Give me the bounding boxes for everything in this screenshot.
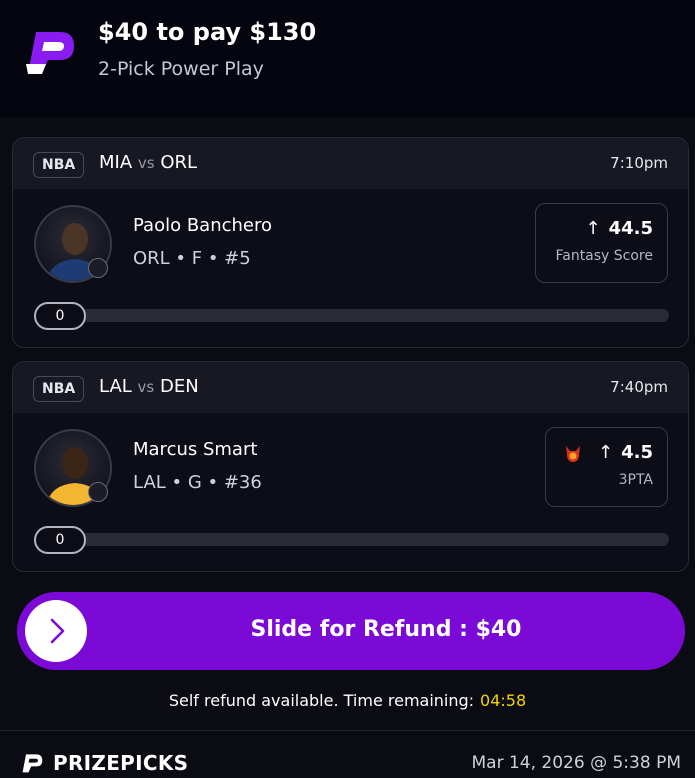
clock-icon bbox=[88, 482, 108, 502]
prizepicks-logo-icon bbox=[22, 754, 43, 773]
player-meta: ORL • F • #5 bbox=[133, 248, 251, 269]
stat-type: Fantasy Score bbox=[555, 248, 653, 264]
arrow-up-icon: ↑ bbox=[598, 442, 614, 463]
game-header: NBA MIA vs ORL 7:10pm bbox=[13, 138, 688, 189]
entry-title: $40 to pay $130 bbox=[98, 18, 317, 46]
team-away: MIA bbox=[99, 152, 133, 173]
progress-track bbox=[73, 309, 669, 322]
footer-brand: PRIZEPICKS bbox=[53, 751, 189, 775]
player-name: Marcus Smart bbox=[133, 439, 258, 460]
matchup: MIA vs ORL bbox=[99, 152, 197, 173]
line-value: 4.5 bbox=[621, 442, 653, 463]
projection-box: ↑ 4.5 3PTA bbox=[545, 427, 668, 507]
progress-track bbox=[73, 533, 669, 546]
team-home: DEN bbox=[159, 376, 199, 397]
slide-refund-label: Slide for Refund : $40 bbox=[250, 617, 522, 642]
league-badge: NBA bbox=[33, 376, 85, 402]
refund-note-text: Self refund available. Time remaining: bbox=[168, 691, 475, 710]
vs-label: vs bbox=[137, 154, 155, 172]
game-time: 7:10pm bbox=[610, 154, 668, 172]
slide-handle[interactable] bbox=[25, 600, 87, 662]
game-time: 7:40pm bbox=[610, 378, 668, 396]
arrow-up-icon: ↑ bbox=[585, 218, 601, 239]
team-away: LAL bbox=[99, 376, 132, 397]
demon-icon bbox=[566, 446, 580, 462]
entry-subtitle: 2-Pick Power Play bbox=[98, 58, 264, 80]
player-name: Paolo Banchero bbox=[133, 215, 273, 236]
pick-card[interactable]: NBA LAL vs DEN 7:40pm Marcus Smart LAL •… bbox=[12, 361, 689, 572]
matchup: LAL vs DEN bbox=[99, 376, 199, 397]
entry-header: $40 to pay $130 2-Pick Power Play bbox=[0, 0, 695, 117]
pick-card[interactable]: NBA MIA vs ORL 7:10pm Paolo Banchero ORL… bbox=[12, 137, 689, 348]
footer: PRIZEPICKS Mar 14, 2026 @ 5:38 PM bbox=[0, 730, 695, 778]
refund-note: Self refund available. Time remaining: 04… bbox=[0, 691, 695, 710]
team-home: ORL bbox=[160, 152, 198, 173]
chevron-right-icon bbox=[50, 618, 65, 644]
vs-label: vs bbox=[137, 378, 155, 396]
refund-timer: 04:58 bbox=[480, 691, 527, 710]
footer-date: Mar 14, 2026 @ 5:38 PM bbox=[471, 753, 682, 773]
clock-icon bbox=[88, 258, 108, 278]
league-badge: NBA bbox=[33, 152, 85, 178]
projection-line: ↑ 44.5 bbox=[585, 218, 653, 239]
projection-line: ↑ 4.5 bbox=[598, 442, 653, 463]
projection-box: ↑ 44.5 Fantasy Score bbox=[535, 203, 668, 283]
prizepicks-logo-icon bbox=[26, 32, 74, 74]
stat-type: 3PTA bbox=[618, 472, 653, 488]
slide-refund-slider[interactable]: Slide for Refund : $40 bbox=[17, 592, 685, 670]
line-value: 44.5 bbox=[608, 218, 653, 239]
progress-value: 0 bbox=[34, 526, 86, 554]
progress-value: 0 bbox=[34, 302, 86, 330]
player-meta: LAL • G • #36 bbox=[133, 472, 262, 493]
game-header: NBA LAL vs DEN 7:40pm bbox=[13, 362, 688, 413]
